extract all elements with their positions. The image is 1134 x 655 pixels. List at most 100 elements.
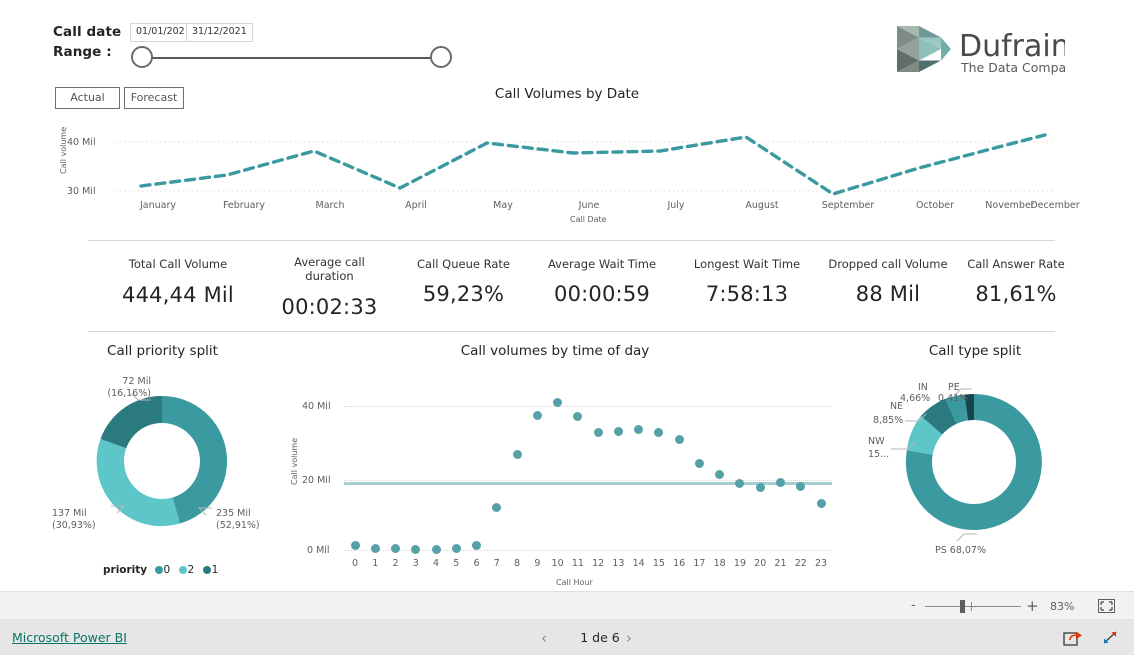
type-label-in-pct: 4,66%: [900, 393, 930, 405]
kpi-label: Average call duration: [294, 255, 365, 283]
report-footer: Microsoft Power BI ‹ 1 de 6 ›: [0, 620, 1134, 655]
zoom-in-button[interactable]: +: [1026, 599, 1039, 614]
expand-icon[interactable]: [1100, 629, 1120, 647]
kpi-value: 00:00:59: [554, 282, 650, 306]
line-chart-x-tick-8: September: [821, 200, 875, 211]
report-canvas: Call date Range : 01/01/2021 31/12/2021 …: [0, 0, 1134, 591]
kpi-strip: Total Call Volume 444,44 Mil Average cal…: [88, 240, 1065, 333]
scatter-point[interactable]: [634, 425, 644, 435]
line-chart-x-tick-7: August: [745, 200, 779, 211]
scatter-point[interactable]: [431, 544, 441, 554]
dufrain-logo-tagline: The Data Company: [960, 60, 1065, 75]
scatter-point[interactable]: [391, 544, 401, 554]
line-chart-x-tick-4: May: [493, 200, 513, 211]
scatter-x-tick: 2: [392, 558, 399, 569]
slider-track: [143, 57, 440, 59]
zoom-slider-track[interactable]: [925, 606, 1021, 607]
scatter-point[interactable]: [735, 478, 745, 488]
powerbi-link[interactable]: Microsoft Power BI: [12, 630, 127, 645]
kpi-value: 444,44 Mil: [122, 283, 234, 307]
dufrain-logo-wordmark: Dufrain.: [959, 29, 1065, 64]
line-chart-x-tick-3: April: [405, 200, 427, 211]
scatter-point[interactable]: [796, 482, 806, 492]
kpi-call-queue-rate[interactable]: Call Queue Rate 59,23%: [391, 241, 536, 333]
scatter-point[interactable]: [593, 427, 603, 437]
scatter-point[interactable]: [553, 397, 563, 407]
priority-label-1-value: 72 Mil: [122, 376, 151, 387]
date-range-slider[interactable]: [131, 46, 452, 70]
kpi-average-call-duration[interactable]: Average call duration 00:02:33: [263, 241, 396, 333]
scatter-chart[interactable]: Call volume 40 Mil 20 Mil 0 Mil 01234567…: [290, 380, 835, 587]
line-chart-y-tick-30: 30 Mil: [67, 186, 96, 197]
type-label-ps-text: PS 68,07%: [935, 545, 987, 556]
date-to-input[interactable]: 31/12/2021: [186, 23, 253, 42]
scatter-x-tick: 9: [534, 558, 541, 569]
scatter-x-tick: 19: [733, 558, 746, 569]
kpi-call-answer-rate[interactable]: Call Answer Rate 81,61%: [936, 241, 1096, 333]
scatter-point[interactable]: [816, 498, 826, 508]
next-page-icon[interactable]: ›: [626, 629, 632, 647]
zoom-slider-thumb[interactable]: [960, 600, 965, 613]
scatter-gridline-20: [344, 480, 832, 481]
scatter-point[interactable]: [451, 544, 461, 554]
kpi-label: Total Call Volume: [128, 257, 228, 271]
scatter-x-tick: 18: [713, 558, 726, 569]
scatter-y-tick-40: 40 Mil: [302, 401, 331, 412]
type-donut-chart[interactable]: [902, 390, 1046, 534]
priority-legend[interactable]: priority 0 2 1: [103, 564, 223, 576]
slider-handle-start[interactable]: [131, 46, 153, 68]
scatter-point[interactable]: [694, 459, 704, 469]
kpi-average-wait-time[interactable]: Average Wait Time 00:00:59: [526, 241, 678, 333]
slider-handle-end[interactable]: [430, 46, 452, 68]
scatter-point[interactable]: [512, 450, 522, 460]
kpi-label: Call Answer Rate: [967, 257, 1065, 271]
scatter-point[interactable]: [654, 427, 664, 437]
zoom-toolbar: - + 83%: [0, 591, 1134, 620]
line-chart[interactable]: Call volume 40 Mil 30 Mil January Februa…: [55, 110, 1080, 224]
zoom-out-button[interactable]: -: [911, 599, 916, 612]
scatter-y-tick-0: 0 Mil: [307, 545, 330, 556]
scatter-point[interactable]: [411, 544, 421, 554]
priority-label-2: 137 Mil (30,93%): [52, 508, 112, 532]
line-chart-x-tick-2: March: [315, 200, 345, 211]
priority-donut-chart[interactable]: [93, 392, 231, 530]
scatter-gridline-40: [344, 406, 832, 407]
scatter-point[interactable]: [755, 482, 765, 492]
scatter-point[interactable]: [674, 434, 684, 444]
share-icon[interactable]: [1063, 629, 1083, 647]
scatter-x-tick: 22: [794, 558, 807, 569]
scatter-point[interactable]: [492, 503, 502, 513]
priority-legend-item-1[interactable]: 1: [202, 564, 218, 576]
scatter-point[interactable]: [715, 469, 725, 479]
scatter-x-tick: 6: [473, 558, 480, 569]
scatter-point[interactable]: [613, 427, 623, 437]
scatter-point[interactable]: [532, 411, 542, 421]
type-label-in-name: IN: [918, 382, 928, 393]
kpi-label: Average Wait Time: [547, 257, 657, 271]
scatter-x-tick: 5: [453, 558, 460, 569]
report-window: Call date Range : 01/01/2021 31/12/2021 …: [0, 0, 1134, 655]
priority-label-2-value: 137 Mil: [52, 508, 87, 519]
priority-legend-item-2[interactable]: 2: [178, 564, 194, 576]
scatter-x-tick: 11: [571, 558, 584, 569]
line-chart-x-tick-11: December: [1030, 200, 1080, 211]
scatter-point[interactable]: [370, 543, 380, 553]
scatter-x-tick: 12: [592, 558, 605, 569]
dufrain-logo: Dufrain. The Data Company: [897, 26, 1065, 75]
scatter-x-tick: 1: [372, 558, 379, 569]
priority-donut-title: Call priority split: [107, 343, 218, 359]
line-chart-plot: [115, 133, 1055, 196]
type-label-nw-pct: 15...: [868, 449, 889, 461]
scatter-point[interactable]: [573, 412, 583, 422]
kpi-value: 81,61%: [975, 282, 1057, 306]
priority-label-1-percent: (16,16%): [107, 388, 151, 399]
scatter-point[interactable]: [472, 540, 482, 550]
priority-legend-item-0[interactable]: 0: [154, 564, 170, 576]
kpi-total-call-volume[interactable]: Total Call Volume 444,44 Mil: [88, 241, 268, 333]
scatter-y-axis-title: Call volume: [290, 437, 299, 485]
scatter-point[interactable]: [775, 478, 785, 488]
scatter-point[interactable]: [350, 541, 360, 551]
type-label-nw-percent: 15...: [868, 449, 890, 460]
fit-to-page-icon[interactable]: [1098, 599, 1115, 613]
legend-dot-icon: [202, 566, 211, 574]
